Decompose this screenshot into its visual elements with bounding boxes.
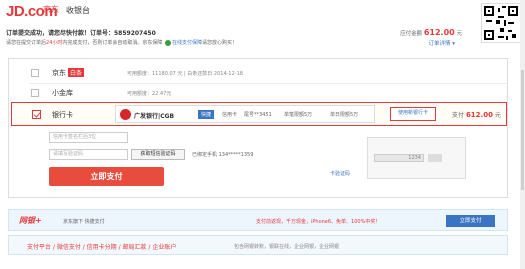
pay-label: 支付 [452,112,465,119]
bankcard-checkbox[interactable] [32,110,41,119]
cgb-bank-icon [120,109,131,120]
order-number-text: 订单提交成功，请您尽快付款！订单号：5859207450 [6,30,156,37]
order-success-message: 订单提交成功，请您尽快付款！订单号：5859207450 [6,28,156,37]
page-title: 收银台 [66,6,90,15]
total-value: 612.00 [423,28,455,37]
bank-name: 广发银行|CGB [134,113,175,120]
card-cvv-input[interactable]: 信用卡签名栏后3位 [49,132,128,143]
shield-icon [165,39,171,46]
payment-option-bankcard[interactable]: 银行卡 广发银行|CGB 快捷 信用卡 尾号**3451 单笔限额5万 单日限额… [11,102,507,126]
promo-pay-button[interactable]: 立即支付 [446,215,495,227]
get-sms-code-button[interactable]: 获取短信验证码 [131,149,185,160]
bound-phone: 已绑定手机 134*****1359 [192,151,253,158]
wangyin-brand: 网银+ [19,216,42,225]
signature-stripe: 1234 [374,154,424,162]
card-verify-code-hint: 卡验证码 [330,171,351,177]
total-label: 应付金额 [400,31,423,37]
payment-option-baitiao[interactable]: 京东 白条 可用额度：11180.07 元 | 白条还款日 2014-12-18 [9,65,507,83]
other-methods-desc: 包含网银转账，银联在线，企业网银，企业网银 [234,244,340,250]
payment-option-xiaojinku[interactable]: 小金库 可用额度：22.47元 [9,85,507,103]
order-detail-link[interactable]: 订单详情 ▾ [428,39,455,47]
bankcard-pay-amount: 支付 612.00 元 [452,110,501,119]
phone-label: 已绑定手机 [192,152,218,158]
use-new-card-button[interactable]: 使用新银行卡 [390,107,436,121]
checkout-page: JD.com 京东 收银台 订单提交成功，请您尽快付款！订单号：58592074… [0,0,525,269]
xiaojinku-info: 可用额度：22.47元 [127,91,172,97]
pay-now-button[interactable]: 立即支付 [49,167,164,186]
bankcard-label: 银行卡 [52,111,73,119]
card-back-illustration: 1234 [367,137,466,179]
other-methods-links[interactable]: 支付平台 / 微信支付 / 信用卡分期 / 邮局汇款 / 企业账户 [27,242,176,251]
card-type: 信用卡 [222,112,238,118]
pay-value: 612.00 [465,111,493,119]
single-limit: 单笔限额5万 [284,112,313,118]
wangyin-promo-bar: 网银+ 京东旗下 快捷支付 支付前返现，千万现金，iPhone6、免单、100%… [8,209,508,231]
cvv-box [428,154,442,162]
deadline-hours: 24小时 [46,40,63,46]
deadline-text-a: 请您在提交订单后 [6,40,47,46]
page-scrollbar[interactable] [520,0,525,269]
baitiao-badge: 白条 [68,68,85,77]
xiaojinku-checkbox[interactable] [31,89,39,97]
header-bar: JD.com 京东 收银台 [0,0,525,26]
wangyin-sub: 京东旗下 快捷支付 [63,219,105,225]
quick-pay-badge: 快捷 [198,110,215,119]
sms-code-input[interactable]: 请填写验证码 [49,149,128,160]
card-tail-number: 尾号**3451 [244,112,272,118]
baitiao-name: 京东 [52,69,66,77]
promo-text: 支付前返现，千万现金，iPhone6、免单、100%中奖！ [256,219,381,225]
daily-limit: 单日限额5万 [330,112,359,118]
total-amount: 应付金额 612.00 元 [400,28,462,37]
bank-card-selector[interactable]: 广发银行|CGB 快捷 信用卡 尾号**3451 单笔限额5万 单日限额5万 [115,105,375,123]
xiaojinku-label: 小金库 [52,89,73,97]
other-payment-methods[interactable]: 支付平台 / 微信支付 / 信用卡分期 / 邮局汇款 / 企业账户 包含网银转账… [8,235,508,255]
baitiao-label: 京东 白条 [52,68,85,78]
phone-value: 134*****1359 [218,152,254,158]
divider [29,83,507,84]
baitiao-info: 可用额度：11180.07 元 | 白条还款日 2014-12-18 [127,71,243,77]
baitiao-checkbox[interactable] [31,69,39,77]
jd-logo-cn: 京东 [43,5,59,14]
total-unit: 元 [456,31,462,37]
pay-unit: 元 [494,112,501,119]
deadline-text-b: 内完成支付，否则订单会自动取消。京东保障 [62,40,163,46]
order-deadline-message: 请您在提交订单后24小时内完成支付，否则订单会自动取消。京东保障 在线支付保障请… [6,39,237,46]
qr-code-icon [482,4,520,42]
scrollbar-thumb[interactable] [521,70,524,190]
qr-code [481,3,521,43]
payment-guarantee-link[interactable]: 在线支付保障 [172,40,202,46]
deadline-text-c: 请您放心购买！ [202,40,238,46]
